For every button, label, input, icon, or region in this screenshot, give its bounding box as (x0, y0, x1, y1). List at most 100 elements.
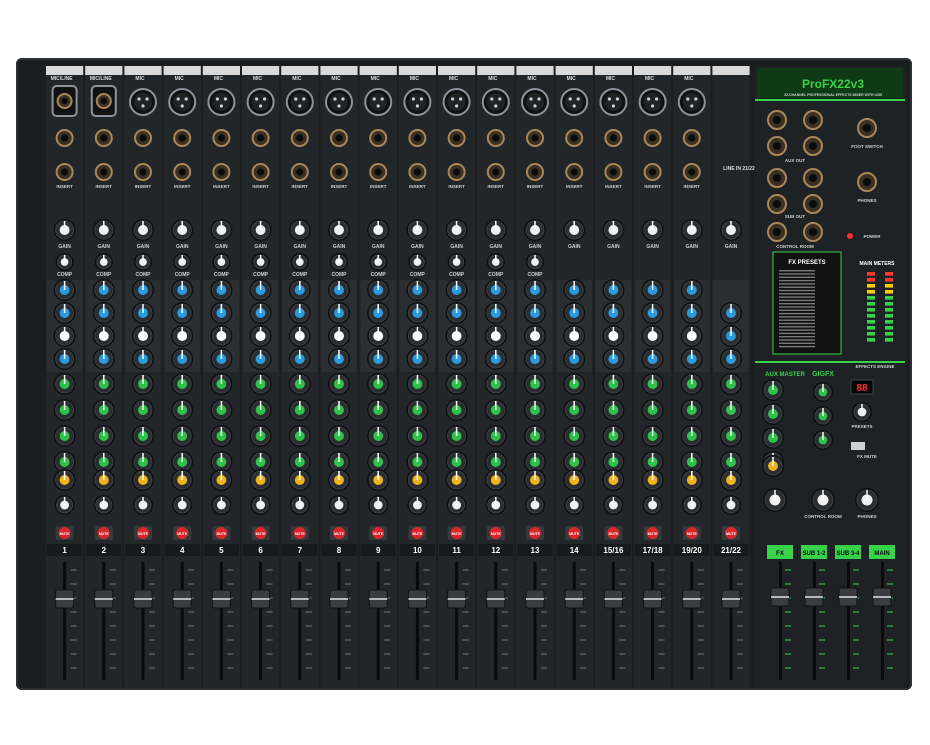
aux-send-knob[interactable] (367, 425, 390, 447)
comp-knob[interactable] (526, 253, 544, 271)
xlr-input[interactable] (129, 88, 157, 116)
eq-knob[interactable] (641, 302, 664, 324)
master-fader[interactable] (872, 587, 892, 607)
eq-knob[interactable] (171, 348, 194, 370)
mute-button[interactable]: MUTE (369, 526, 388, 540)
eq-knob[interactable] (53, 302, 76, 324)
comp-knob[interactable] (408, 253, 427, 271)
eq-knob[interactable] (53, 348, 76, 370)
channel-fader[interactable] (368, 589, 388, 609)
insert-jack[interactable] (94, 163, 113, 181)
eq-knob[interactable] (524, 302, 546, 324)
mute-button[interactable]: MUTE (682, 526, 701, 540)
aux-send-knob[interactable] (445, 425, 468, 447)
output-jack[interactable] (803, 194, 823, 214)
channel-fader[interactable] (290, 589, 310, 609)
mute-button[interactable]: MUTE (290, 526, 309, 540)
xlr-input[interactable] (403, 88, 432, 116)
mute-button[interactable]: MUTE (55, 526, 74, 540)
line-in-jack-2[interactable] (290, 163, 309, 181)
aux-send-knob[interactable] (641, 425, 664, 447)
aux-send-knob[interactable] (720, 425, 742, 447)
aux-send-knob[interactable] (524, 425, 546, 447)
gain-knob[interactable] (92, 219, 115, 241)
eq-knob[interactable] (524, 279, 546, 301)
phones-jack[interactable] (857, 172, 877, 192)
eq-knob[interactable] (641, 325, 664, 347)
aux-send-knob[interactable] (602, 425, 625, 447)
output-jack[interactable] (803, 110, 823, 130)
fx-mute-button[interactable] (851, 442, 865, 450)
eq-knob[interactable] (720, 325, 742, 347)
output-jack[interactable] (767, 110, 787, 130)
gain-knob[interactable] (602, 219, 625, 241)
fx-send-knob[interactable] (210, 469, 233, 491)
fx-send-knob[interactable] (406, 469, 429, 491)
pan-knob[interactable] (368, 495, 389, 515)
line-in-jack-2[interactable] (369, 163, 388, 181)
gain-knob[interactable] (132, 219, 154, 241)
xlr-input[interactable] (168, 88, 197, 116)
combo-jack-center[interactable] (95, 93, 112, 109)
eq-knob[interactable] (210, 279, 233, 301)
line-in-jack-2[interactable] (134, 163, 152, 181)
aux-send-knob[interactable] (563, 399, 586, 421)
aux-send-knob[interactable] (288, 425, 311, 447)
eq-knob[interactable] (563, 302, 586, 324)
aux-send-knob[interactable] (406, 425, 429, 447)
pan-knob[interactable] (681, 495, 702, 515)
master-fader[interactable] (838, 587, 858, 607)
gain-knob[interactable] (641, 219, 664, 241)
comp-knob[interactable] (447, 253, 466, 271)
aux-send-knob[interactable] (602, 373, 625, 395)
aux-send-knob[interactable] (288, 399, 311, 421)
eq-knob[interactable] (602, 279, 625, 301)
line-in-jack-2[interactable] (408, 163, 427, 181)
channel-fader[interactable] (55, 589, 75, 609)
eq-knob[interactable] (288, 348, 311, 370)
aux-send-knob[interactable] (171, 373, 194, 395)
aux-send-knob[interactable] (524, 399, 546, 421)
fx-send-knob[interactable] (92, 469, 115, 491)
aux-send-knob[interactable] (720, 373, 742, 395)
eq-knob[interactable] (445, 348, 468, 370)
gain-knob[interactable] (53, 219, 76, 241)
aux-send-knob[interactable] (328, 373, 350, 395)
eq-knob[interactable] (132, 302, 154, 324)
eq-knob[interactable] (367, 348, 390, 370)
pan-knob[interactable] (133, 495, 153, 515)
mute-button[interactable]: MUTE (486, 526, 505, 540)
aux-send-knob[interactable] (445, 399, 468, 421)
eq-knob[interactable] (210, 325, 233, 347)
comp-knob[interactable] (486, 253, 505, 271)
gain-knob[interactable] (210, 219, 233, 241)
eq-knob[interactable] (563, 348, 586, 370)
aux-send-knob[interactable] (249, 373, 272, 395)
eq-knob[interactable] (328, 348, 350, 370)
xlr-input[interactable] (521, 88, 549, 116)
pan-knob[interactable] (93, 495, 114, 515)
aux-send-knob[interactable] (563, 425, 586, 447)
eq-knob[interactable] (132, 325, 154, 347)
master-fader[interactable] (770, 587, 790, 607)
line-in-jack-2[interactable] (643, 163, 662, 181)
xlr-input[interactable] (442, 88, 471, 116)
comp-knob[interactable] (330, 253, 348, 271)
channel-fader[interactable] (682, 589, 702, 609)
eq-knob[interactable] (524, 348, 546, 370)
comp-knob[interactable] (369, 253, 388, 271)
output-jack[interactable] (767, 136, 787, 156)
line-in-jack[interactable] (565, 129, 584, 147)
pan-knob[interactable] (407, 495, 428, 515)
line-in-jack[interactable] (486, 129, 505, 147)
channel-fader[interactable] (603, 589, 623, 609)
aux-send-knob[interactable] (249, 399, 272, 421)
eq-knob[interactable] (171, 279, 194, 301)
fx-send-knob[interactable] (171, 469, 194, 491)
gain-knob[interactable] (249, 219, 272, 241)
line-in-jack-2[interactable] (330, 163, 348, 181)
eq-knob[interactable] (602, 302, 625, 324)
xlr-input[interactable] (638, 88, 667, 116)
aux-send-knob[interactable] (641, 373, 664, 395)
aux-send-knob[interactable] (210, 425, 233, 447)
